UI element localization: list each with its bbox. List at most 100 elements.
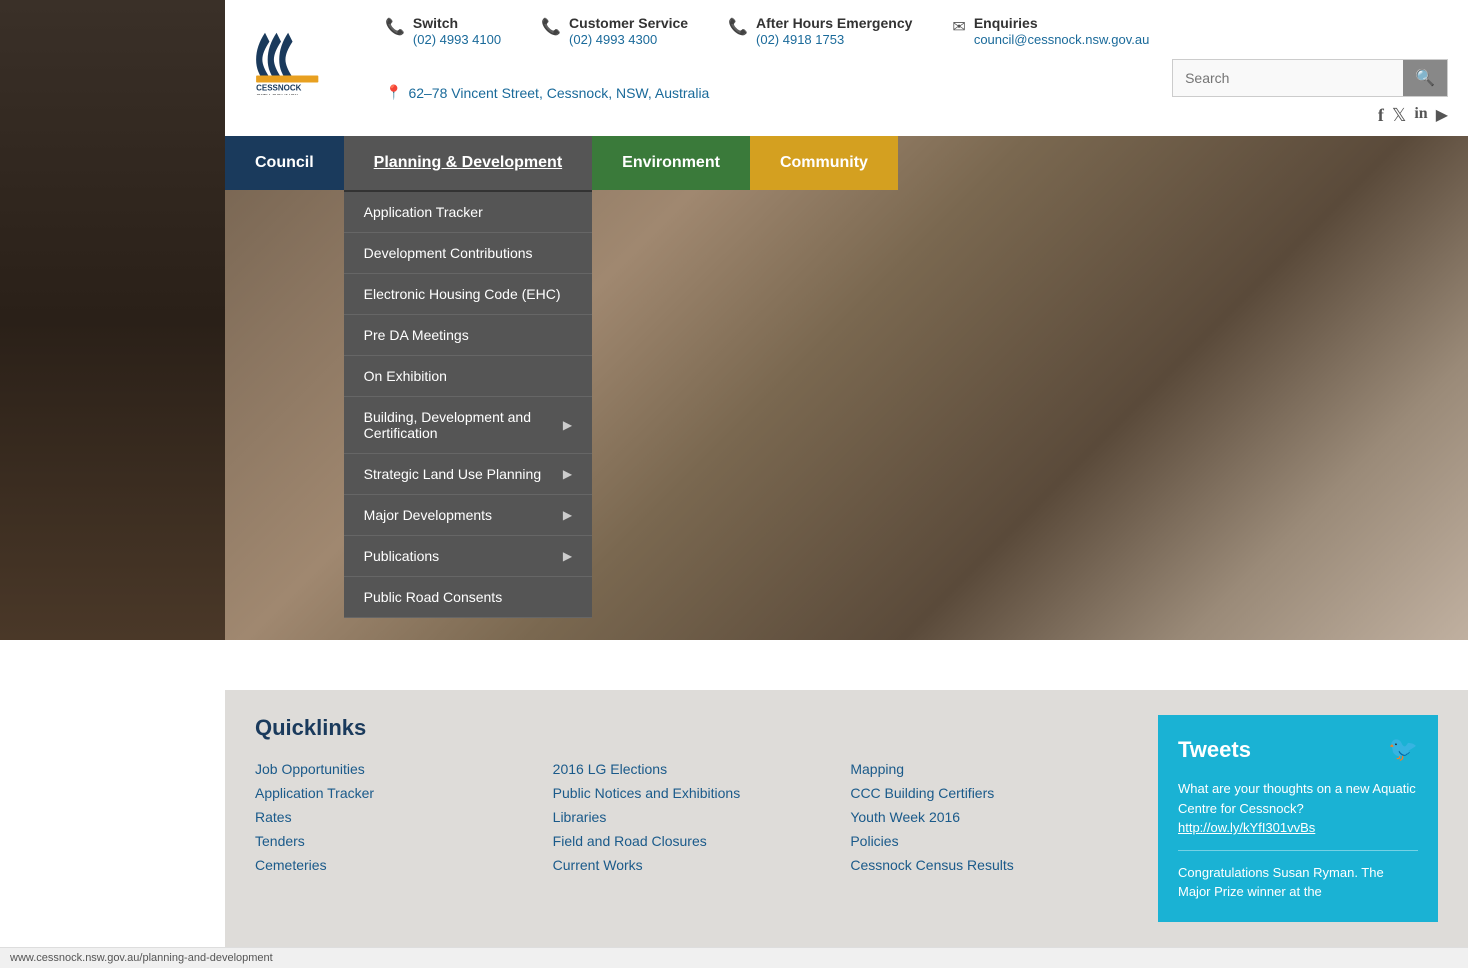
contact-customer-service: 📞 Customer Service (02) 4993 4300 (541, 15, 688, 47)
youtube-icon[interactable]: ▶ (1436, 105, 1448, 126)
quicklink-item-2016-lg-elections: 2016 LG Elections (553, 761, 831, 777)
quicklink-link-public-notices[interactable]: Public Notices and Exhibitions (553, 785, 741, 801)
quicklink-item-tenders: Tenders (255, 833, 533, 849)
enquiries-email[interactable]: council@cessnock.nsw.gov.au (974, 32, 1150, 47)
quicklink-item-youth-week-2016: Youth Week 2016 (850, 809, 1128, 825)
dropdown-building-development[interactable]: Building, Development and Certification … (344, 397, 592, 454)
tweets-header: Tweets 🐦 (1178, 735, 1418, 764)
quicklink-link-current-works[interactable]: Current Works (553, 857, 643, 873)
twitter-bird-icon: 🐦 (1388, 735, 1418, 764)
search-input[interactable] (1173, 60, 1403, 96)
facebook-icon[interactable]: f (1378, 105, 1384, 126)
quicklink-item-rates: Rates (255, 809, 533, 825)
quicklink-item-libraries: Libraries (553, 809, 831, 825)
nav-environment[interactable]: Environment (592, 136, 750, 190)
tweet2-text: Congratulations Susan Ryman. The Major P… (1178, 863, 1418, 902)
search-social-area: 🔍 f 𝕏 in ▶ (1172, 59, 1448, 126)
contact-after-hours: 📞 After Hours Emergency (02) 4918 1753 (728, 15, 912, 47)
quicklink-item-field-and-road-closures: Field and Road Closures (553, 833, 831, 849)
cs-phone[interactable]: (02) 4993 4300 (569, 32, 657, 47)
nav-community[interactable]: Community (750, 136, 898, 190)
contact-switch: 📞 Switch (02) 4993 4100 (385, 15, 501, 47)
cs-label: Customer Service (569, 15, 688, 31)
address-search-row: 📍 62–78 Vincent Street, Cessnock, NSW, A… (385, 59, 1448, 126)
quicklink-link-cessnock-census-results[interactable]: Cessnock Census Results (850, 857, 1013, 873)
dropdown-publications[interactable]: Publications ▶ (344, 536, 592, 577)
dropdown-strategic-land-use[interactable]: Strategic Land Use Planning ▶ (344, 454, 592, 495)
quicklink-item-public-notices: Public Notices and Exhibitions (553, 785, 831, 801)
quicklink-link-mapping[interactable]: Mapping (850, 761, 904, 777)
address-link[interactable]: 📍 62–78 Vincent Street, Cessnock, NSW, A… (385, 84, 709, 101)
page-wrapper: CESSNOCK CITY COUNCIL 📞 Switch (02) 4993… (0, 0, 1468, 968)
quicklink-link-youth-week-2016[interactable]: Youth Week 2016 (850, 809, 960, 825)
dropdown-major-developments[interactable]: Major Developments ▶ (344, 495, 592, 536)
dropdown-development-contributions[interactable]: Development Contributions (344, 233, 592, 274)
twitter-icon[interactable]: 𝕏 (1392, 105, 1407, 126)
dropdown-public-road-consents[interactable]: Public Road Consents (344, 577, 592, 618)
arrow-publications: ▶ (563, 549, 572, 563)
social-icons: f 𝕏 in ▶ (1378, 105, 1448, 126)
quicklink-item-current-works: Current Works (553, 857, 831, 873)
quicklink-item-policies: Policies (850, 833, 1128, 849)
tweets-divider (1178, 850, 1418, 851)
quicklink-link-ccc-building-certifiers[interactable]: CCC Building Certifiers (850, 785, 994, 801)
planning-dropdown: Application Tracker Development Contribu… (344, 190, 592, 618)
search-bar: 🔍 (1172, 59, 1448, 97)
location-icon: 📍 (385, 84, 402, 101)
tweets-section: Tweets 🐦 What are your thoughts on a new… (1158, 715, 1438, 922)
quicklinks-grid: Job Opportunities 2016 LG Elections Mappin… (255, 761, 1128, 873)
email-icon: ✉ (952, 17, 965, 37)
address-text: 62–78 Vincent Street, Cessnock, NSW, Aus… (408, 85, 709, 101)
quicklinks-main: Quicklinks Job Opportunities 2016 LG Elec… (255, 715, 1128, 922)
phone-icon-switch: 📞 (385, 17, 405, 37)
quicklink-link-libraries[interactable]: Libraries (553, 809, 607, 825)
ah-phone[interactable]: (02) 4918 1753 (756, 32, 844, 47)
linkedin-icon[interactable]: in (1414, 105, 1427, 126)
quicklink-link-tenders[interactable]: Tenders (255, 833, 305, 849)
dropdown-pre-da-meetings[interactable]: Pre DA Meetings (344, 315, 592, 356)
switch-label: Switch (413, 15, 501, 31)
arrow-major: ▶ (563, 508, 572, 522)
arrow-building: ▶ (563, 418, 572, 432)
logo-area: CESSNOCK CITY COUNCIL (245, 15, 365, 98)
status-bar: www.cessnock.nsw.gov.au/planning-and-dev… (0, 947, 1468, 968)
quicklink-link-policies[interactable]: Policies (850, 833, 898, 849)
svg-text:CESSNOCK: CESSNOCK (256, 84, 302, 93)
quicklink-link-job-opportunities[interactable]: Job Opportunities (255, 761, 365, 777)
quicklink-link-field-and-road-closures[interactable]: Field and Road Closures (553, 833, 707, 849)
contact-search-area: 📞 Switch (02) 4993 4100 📞 Customer Servi… (365, 15, 1448, 126)
nav-council[interactable]: Council (225, 136, 344, 190)
contact-enquiries: ✉ Enquiries council@cessnock.nsw.gov.au (952, 15, 1149, 47)
phone-icon-ah: 📞 (728, 17, 748, 37)
quicklink-link-2016-lg-elections[interactable]: 2016 LG Elections (553, 761, 667, 777)
nav-planning-wrapper: Planning & Development Application Track… (344, 136, 592, 190)
header: CESSNOCK CITY COUNCIL 📞 Switch (02) 4993… (225, 0, 1468, 136)
quicklink-link-rates[interactable]: Rates (255, 809, 292, 825)
dropdown-application-tracker[interactable]: Application Tracker (344, 192, 592, 233)
quicklink-item-ccc-building-certifiers: CCC Building Certifiers (850, 785, 1128, 801)
quicklink-link-application-tracker-ql[interactable]: Application Tracker (255, 785, 374, 801)
search-button[interactable]: 🔍 (1403, 60, 1447, 96)
arrow-strategic: ▶ (563, 467, 572, 481)
enquiries-label: Enquiries (974, 15, 1150, 31)
phone-icon-cs: 📞 (541, 17, 561, 37)
tweet1-link[interactable]: http://ow.ly/kYfI301vvBs (1178, 820, 1315, 835)
quicklinks-title: Quicklinks (255, 715, 1128, 741)
switch-phone[interactable]: (02) 4993 4100 (413, 32, 501, 47)
contact-row: 📞 Switch (02) 4993 4100 📞 Customer Servi… (385, 15, 1448, 47)
quicklink-item-cessnock-census-results: Cessnock Census Results (850, 857, 1128, 873)
quicklink-link-cemeteries[interactable]: Cemeteries (255, 857, 327, 873)
tweet1-text: What are your thoughts on a new Aquatic … (1178, 779, 1418, 818)
quicklink-item-job-opportunities: Job Opportunities (255, 761, 533, 777)
tweets-title: Tweets (1178, 737, 1251, 763)
status-url: www.cessnock.nsw.gov.au/planning-and-dev… (10, 952, 273, 964)
svg-text:CITY COUNCIL: CITY COUNCIL (256, 94, 300, 95)
dropdown-electronic-housing-code[interactable]: Electronic Housing Code (EHC) (344, 274, 592, 315)
logo: CESSNOCK CITY COUNCIL (245, 15, 365, 95)
nav-planning[interactable]: Planning & Development (344, 136, 592, 190)
quicklink-item-mapping: Mapping (850, 761, 1128, 777)
tweets-content: What are your thoughts on a new Aquatic … (1178, 779, 1418, 902)
nav-bar: Council Planning & Development Applicati… (225, 136, 1468, 190)
quicklinks-section: Quicklinks Job Opportunities 2016 LG Elec… (225, 690, 1468, 947)
dropdown-on-exhibition[interactable]: On Exhibition (344, 356, 592, 397)
